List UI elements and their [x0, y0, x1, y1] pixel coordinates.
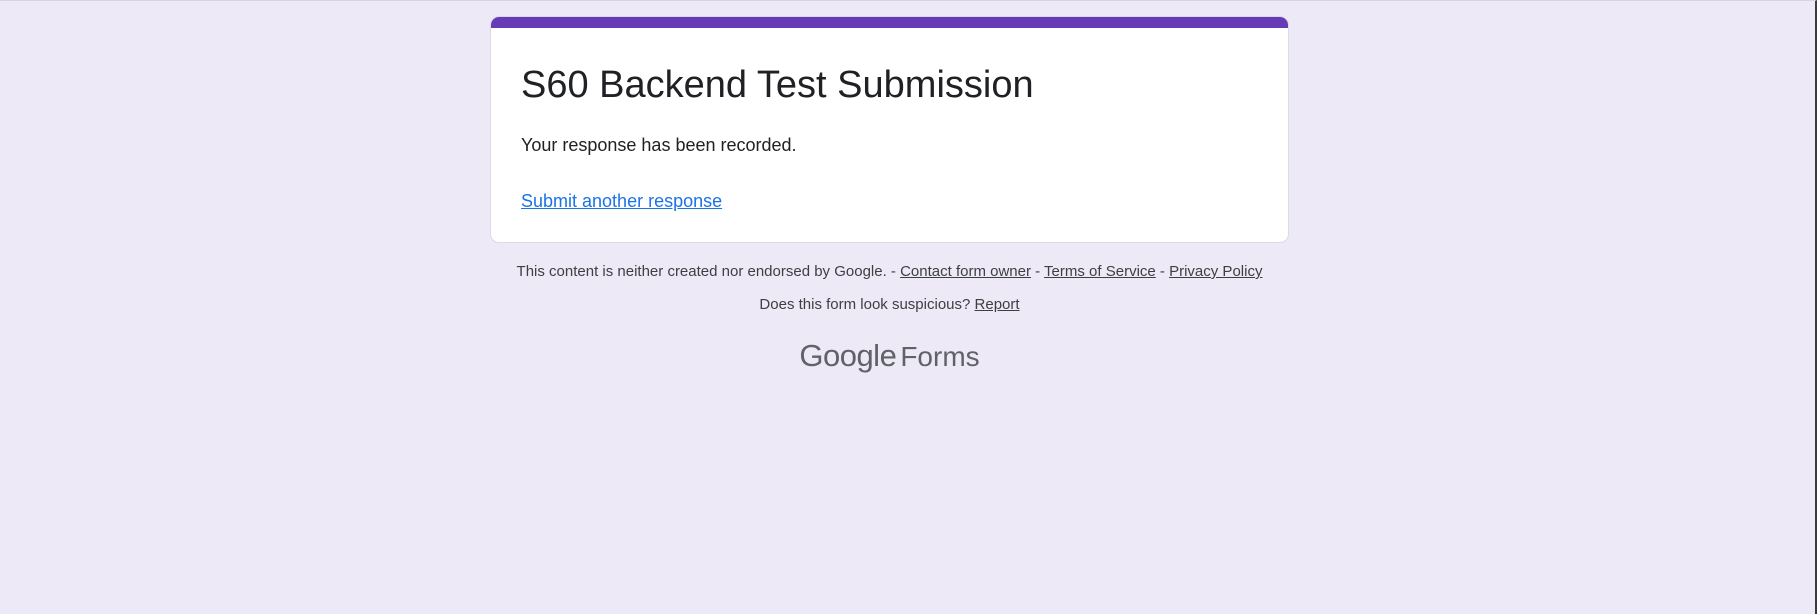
confirmation-message: Your response has been recorded.: [521, 135, 797, 155]
page-viewport: S60 Backend Test Submission Your respons…: [0, 0, 1817, 614]
card-accent-bar: [491, 17, 1288, 28]
submit-another-response-link[interactable]: Submit another response: [521, 191, 722, 212]
terms-of-service-link[interactable]: Terms of Service: [1044, 263, 1156, 280]
footer-report-line: Does this form look suspicious? Report: [490, 296, 1289, 313]
footer-disclaimer-line: This content is neither created nor endo…: [490, 263, 1289, 280]
suspicious-prompt-text: Does this form look suspicious?: [759, 296, 971, 313]
forms-wordmark: Forms: [900, 341, 980, 372]
footer-separator: -: [886, 263, 901, 280]
footer-separator: -: [1155, 263, 1170, 280]
contact-form-owner-link[interactable]: Contact form owner: [900, 263, 1031, 280]
footer-separator: -: [1030, 263, 1045, 280]
google-forms-logo[interactable]: Google Forms: [490, 338, 1289, 374]
report-link[interactable]: Report: [975, 296, 1020, 313]
privacy-policy-link[interactable]: Privacy Policy: [1169, 263, 1262, 280]
confirmation-card: S60 Backend Test Submission Your respons…: [490, 16, 1289, 243]
google-wordmark: Google: [799, 338, 897, 373]
form-title: S60 Backend Test Submission: [521, 64, 1034, 106]
footer-disclaimer-text: This content is neither created nor endo…: [516, 263, 887, 280]
